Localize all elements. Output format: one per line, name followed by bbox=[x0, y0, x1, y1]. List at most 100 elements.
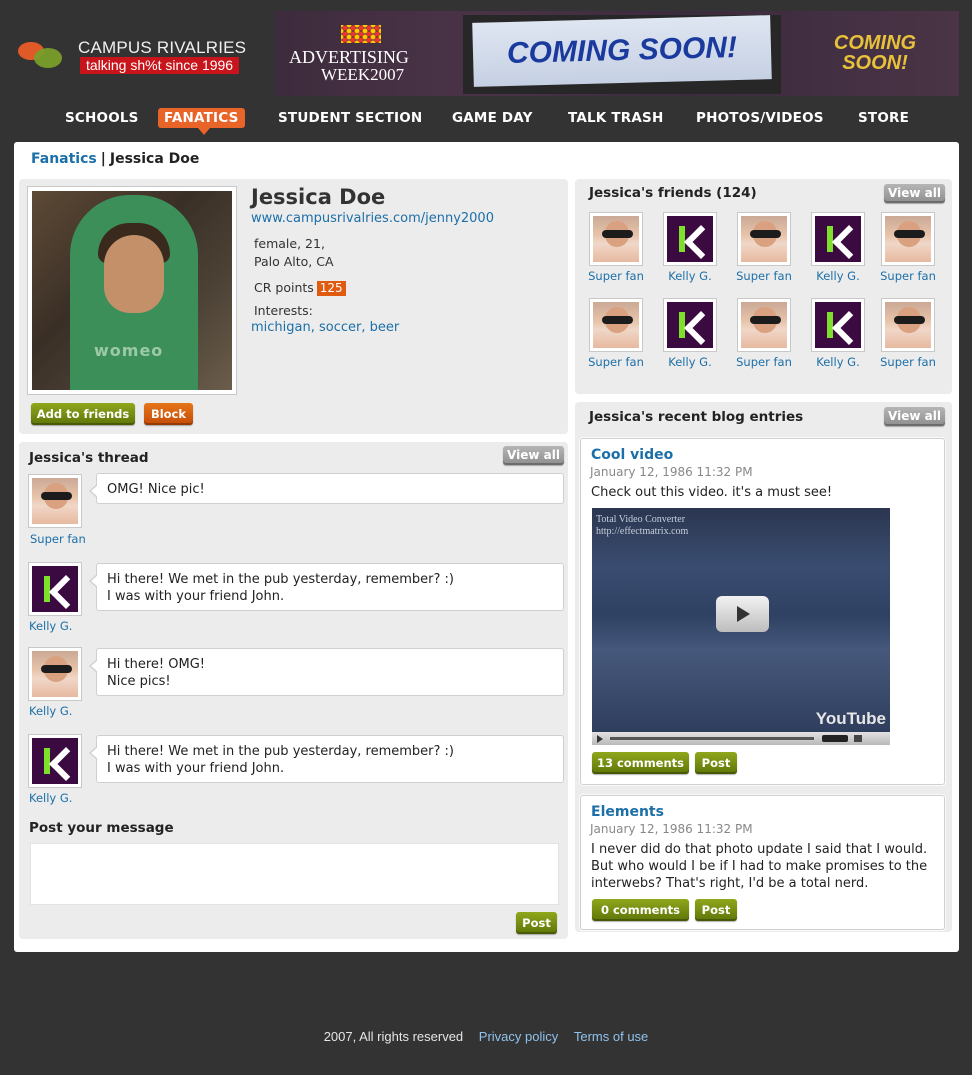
breadcrumb-fanatics[interactable]: Fanatics bbox=[31, 151, 97, 167]
friends-title: Jessica's friends (124) bbox=[589, 185, 757, 201]
message-author[interactable]: Super fan bbox=[30, 532, 86, 546]
blog-entry: Elements January 12, 1986 11:32 PM I nev… bbox=[580, 795, 945, 930]
friend-item[interactable]: Super fan bbox=[581, 212, 651, 283]
cr-points-badge: 125 bbox=[316, 281, 346, 296]
breadcrumb-current: Jessica Doe bbox=[109, 151, 200, 167]
blog-entry-title[interactable]: Cool video bbox=[591, 447, 673, 463]
friend-name[interactable]: Super fan bbox=[873, 355, 943, 369]
avatar[interactable] bbox=[589, 212, 643, 266]
thread-view-all-button[interactable]: View all bbox=[503, 446, 564, 465]
nav-fanatics[interactable]: FANATICS bbox=[158, 108, 245, 135]
nav-game-day[interactable]: GAME DAY bbox=[452, 110, 533, 126]
side-line2: SOON! bbox=[842, 52, 908, 74]
cr-points-label: CR points bbox=[254, 280, 314, 295]
message-bubble: Hi there! We met in the pub yesterday, r… bbox=[89, 563, 564, 611]
profile-details: female, 21, Palo Alto, CA bbox=[254, 235, 334, 271]
privacy-policy-link[interactable]: Privacy policy bbox=[479, 1029, 558, 1044]
avatar[interactable] bbox=[28, 562, 82, 616]
avatar[interactable] bbox=[737, 212, 791, 266]
add-to-friends-button[interactable]: Add to friends bbox=[31, 403, 135, 425]
cr-points: CR points 125 bbox=[254, 280, 346, 296]
thread-panel: Jessica's thread View all Super fan OMG!… bbox=[19, 442, 568, 939]
friend-item[interactable]: Kelly G. bbox=[803, 298, 873, 369]
friend-item[interactable]: Kelly G. bbox=[655, 212, 725, 283]
friend-item[interactable]: Super fan bbox=[873, 212, 943, 283]
comments-button[interactable]: 13 comments bbox=[592, 752, 689, 774]
speech-bubble-icon bbox=[34, 48, 62, 68]
coming-soon-screen: COMING SOON! bbox=[472, 15, 772, 87]
site-footer: 2007, All rights reserved Privacy policy… bbox=[0, 1029, 972, 1044]
friend-name[interactable]: Super fan bbox=[729, 269, 799, 283]
video-player[interactable]: Total Video Converter http://effectmatri… bbox=[592, 508, 890, 745]
play-small-icon[interactable] bbox=[597, 735, 603, 743]
avatar[interactable] bbox=[663, 212, 717, 266]
play-icon[interactable] bbox=[716, 596, 769, 632]
profile-url[interactable]: www.campusrivalries.com/jenny2000 bbox=[251, 211, 494, 226]
block-button[interactable]: Block bbox=[144, 403, 193, 425]
side-line1: COMING bbox=[833, 32, 917, 54]
comments-button[interactable]: 0 comments bbox=[592, 899, 689, 921]
friend-name[interactable]: Super fan bbox=[581, 269, 651, 283]
ad-banner[interactable]: ADVERTISING WEEK2007 COMING SOON! COMING… bbox=[275, 11, 959, 96]
terms-of-use-link[interactable]: Terms of use bbox=[574, 1029, 648, 1044]
video-controls bbox=[592, 732, 890, 745]
friend-item[interactable]: Super fan bbox=[581, 298, 651, 369]
message-text: I was with your friend John. bbox=[107, 589, 285, 604]
nav-student-section[interactable]: STUDENT SECTION bbox=[278, 110, 422, 126]
volume-icon[interactable] bbox=[854, 735, 862, 742]
blog-entry-title[interactable]: Elements bbox=[591, 804, 664, 820]
video-caption-line1: Total Video Converter bbox=[596, 514, 686, 525]
message-author[interactable]: Kelly G. bbox=[29, 619, 72, 633]
message-author[interactable]: Kelly G. bbox=[29, 791, 72, 805]
coming-soon-text: COMING SOON! bbox=[506, 30, 738, 71]
coming-soon-side: COMING SOON! bbox=[795, 33, 955, 73]
site-logo[interactable]: CAMPUS RIVALRIES talking sh%t since 1996 bbox=[14, 36, 264, 78]
nav-photos-videos[interactable]: PHOTOS/VIDEOS bbox=[696, 110, 824, 126]
friend-item[interactable]: Kelly G. bbox=[803, 212, 873, 283]
profile-photo: womeo bbox=[28, 187, 236, 394]
message-author[interactable]: Kelly G. bbox=[29, 704, 72, 718]
site-tagline: talking sh%t since 1996 bbox=[80, 57, 240, 74]
friend-item[interactable]: Super fan bbox=[729, 212, 799, 283]
avatar[interactable] bbox=[881, 298, 935, 352]
avatar[interactable] bbox=[663, 298, 717, 352]
blog-title: Jessica's recent blog entries bbox=[589, 409, 804, 425]
avatar[interactable] bbox=[28, 734, 82, 788]
friend-name[interactable]: Kelly G. bbox=[655, 269, 725, 283]
avatar[interactable] bbox=[28, 474, 82, 528]
message-text: Hi there! We met in the pub yesterday, r… bbox=[107, 572, 455, 587]
message-bubble: Hi there! OMG! Nice pics! bbox=[89, 648, 564, 696]
avatar[interactable] bbox=[811, 212, 865, 266]
friend-name[interactable]: Kelly G. bbox=[655, 355, 725, 369]
interests-links[interactable]: michigan, soccer, beer bbox=[251, 320, 399, 335]
blog-entry-date: January 12, 1986 11:32 PM bbox=[590, 465, 753, 479]
ad-week-line2: WEEK2007 bbox=[321, 65, 405, 84]
post-comment-button[interactable]: Post bbox=[695, 899, 737, 921]
avatar[interactable] bbox=[589, 298, 643, 352]
nav-schools[interactable]: SCHOOLS bbox=[65, 110, 139, 126]
breadcrumb-separator: | bbox=[100, 151, 106, 167]
avatar[interactable] bbox=[811, 298, 865, 352]
avatar[interactable] bbox=[28, 647, 82, 701]
video-progress-track[interactable] bbox=[610, 737, 814, 740]
friend-item[interactable]: Super fan bbox=[873, 298, 943, 369]
friend-item[interactable]: Super fan bbox=[729, 298, 799, 369]
nav-store[interactable]: STORE bbox=[858, 110, 909, 126]
message-text: OMG! Nice pic! bbox=[107, 482, 205, 497]
friend-name[interactable]: Kelly G. bbox=[803, 355, 873, 369]
site-name: CAMPUS RIVALRIES bbox=[78, 38, 247, 57]
friends-view-all-button[interactable]: View all bbox=[884, 184, 945, 203]
nav-talk-trash[interactable]: TALK TRASH bbox=[568, 110, 663, 126]
post-message-label: Post your message bbox=[29, 820, 174, 836]
post-comment-button[interactable]: Post bbox=[695, 752, 737, 774]
avatar[interactable] bbox=[737, 298, 791, 352]
blog-view-all-button[interactable]: View all bbox=[884, 407, 945, 426]
friend-name[interactable]: Super fan bbox=[581, 355, 651, 369]
friend-name[interactable]: Kelly G. bbox=[803, 269, 873, 283]
friend-name[interactable]: Super fan bbox=[729, 355, 799, 369]
friend-item[interactable]: Kelly G. bbox=[655, 298, 725, 369]
message-input[interactable] bbox=[30, 843, 559, 905]
friend-name[interactable]: Super fan bbox=[873, 269, 943, 283]
avatar[interactable] bbox=[881, 212, 935, 266]
post-message-button[interactable]: Post bbox=[516, 912, 557, 934]
